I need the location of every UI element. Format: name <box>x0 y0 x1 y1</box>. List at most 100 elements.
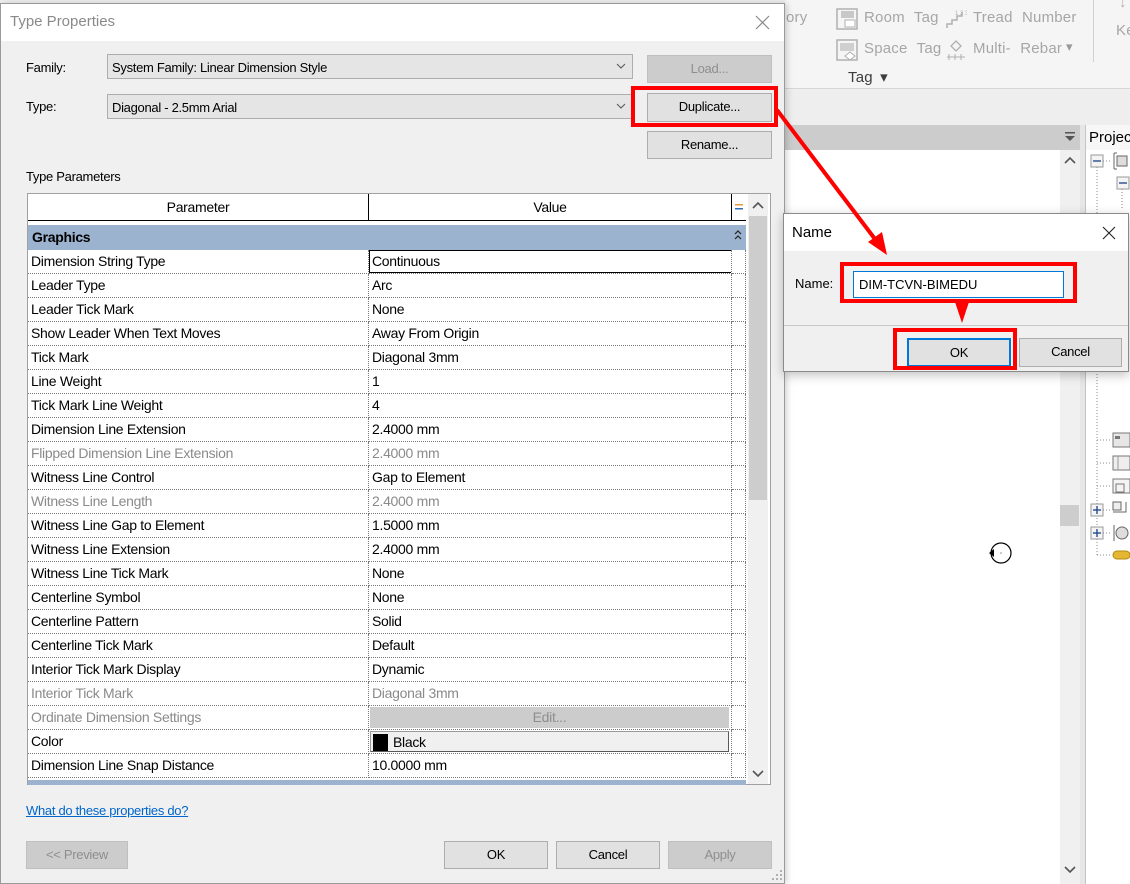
name-ok-button[interactable]: OK <box>907 338 1011 367</box>
scroll-down-icon[interactable] <box>1064 866 1076 874</box>
duplicate-button[interactable]: Duplicate... <box>647 93 772 122</box>
ok-button[interactable]: OK <box>444 841 548 869</box>
parameter-value[interactable]: Black <box>369 730 732 754</box>
table-row[interactable]: Centerline Symbol None <box>28 586 746 610</box>
close-icon[interactable] <box>755 15 770 30</box>
parameter-value[interactable]: None <box>369 562 732 586</box>
parameter-name: Centerline Symbol <box>28 586 369 610</box>
parameter-name: Tick Mark Line Weight <box>28 394 369 418</box>
scroll-thumb[interactable] <box>1060 505 1079 526</box>
parameter-value[interactable]: Dynamic <box>369 658 732 682</box>
cursor-icon <box>989 542 1012 564</box>
table-row[interactable]: Witness Line Control Gap to Element <box>28 466 746 490</box>
help-link[interactable]: What do these properties do? <box>26 803 188 818</box>
value-text: None <box>372 301 405 317</box>
preview-button[interactable]: << Preview <box>26 841 128 869</box>
group-row-graphics[interactable]: Graphics <box>28 225 746 250</box>
parameter-value[interactable]: Arc <box>369 274 732 298</box>
value-text: None <box>372 589 405 605</box>
ribbon-room-tag-button[interactable]: Room Tag <box>861 6 941 30</box>
parameter-value[interactable]: 1 <box>369 370 732 394</box>
ribbon-multi-rebar-button[interactable]: Multi- Rebar ▾ <box>970 37 1080 61</box>
table-row[interactable]: Interior Tick Mark Display Dynamic <box>28 658 746 682</box>
table-row[interactable]: Witness Line Length 2.4000 mm <box>28 490 746 514</box>
column-header-formula[interactable] <box>732 194 746 220</box>
parameter-value[interactable]: None <box>369 298 732 322</box>
project-browser-title: Projec <box>1089 129 1130 146</box>
table-row[interactable]: Leader Tick Mark None <box>28 298 746 322</box>
parameter-value: Diagonal 3mm <box>369 682 732 706</box>
apply-button[interactable]: Apply <box>668 841 772 869</box>
ribbon-space-tag-button[interactable]: Space Tag <box>861 37 941 61</box>
parameter-value[interactable]: Continuous <box>369 250 732 274</box>
table-row[interactable]: Tick Mark Diagonal 3mm <box>28 346 746 370</box>
table-row[interactable]: Tick Mark Line Weight 4 <box>28 394 746 418</box>
parameter-value[interactable]: 2.4000 mm <box>369 538 732 562</box>
view-menu-icon[interactable] <box>1064 132 1076 142</box>
value-text: 2.4000 mm <box>372 445 440 461</box>
column-header-parameter[interactable]: Parameter <box>28 194 369 220</box>
scroll-down-icon[interactable] <box>752 770 764 778</box>
parameter-value[interactable]: Away From Origin <box>369 322 732 346</box>
formula-cell <box>732 514 746 538</box>
table-row[interactable]: Leader Type Arc <box>28 274 746 298</box>
legends-icon <box>1097 432 1130 448</box>
formula-cell <box>732 754 746 778</box>
parameter-value[interactable]: Default <box>369 634 732 658</box>
resize-grip-icon[interactable] <box>772 870 783 881</box>
parameter-value[interactable]: 2.4000 mm <box>369 418 732 442</box>
close-icon[interactable] <box>1102 226 1116 240</box>
scroll-up-icon[interactable] <box>752 201 764 209</box>
table-row[interactable]: Ordinate Dimension Settings Edit... <box>28 706 746 730</box>
ribbon-partial-label: ory <box>786 9 808 26</box>
type-dropdown[interactable]: Diagonal - 2.5mm Arial <box>107 94 633 119</box>
parameter-value[interactable]: Diagonal 3mm <box>369 346 732 370</box>
table-row[interactable]: Line Weight 1 <box>28 370 746 394</box>
formula-cell <box>732 610 746 634</box>
scroll-up-icon[interactable] <box>1064 156 1076 164</box>
name-input[interactable] <box>853 271 1064 298</box>
cancel-button[interactable]: Cancel <box>556 841 660 869</box>
room-tag-label: Room Tag <box>864 9 939 26</box>
ribbon-partial-label-right[interactable]: Ke <box>1116 22 1130 39</box>
type-parameters-table: Parameter Value Graphics Dimension Strin… <box>27 193 771 785</box>
parameter-value[interactable]: Gap to Element <box>369 466 732 490</box>
table-scrollbar[interactable] <box>748 194 768 784</box>
tag-panel-dropdown[interactable]: Tag ▾ <box>845 66 895 86</box>
parameter-value[interactable]: 4 <box>369 394 732 418</box>
table-row[interactable]: Witness Line Tick Mark None <box>28 562 746 586</box>
formula-cell <box>732 394 746 418</box>
collapse-group-icon[interactable] <box>734 230 742 240</box>
color-swatch <box>373 734 388 751</box>
parameter-value[interactable]: 1.5000 mm <box>369 514 732 538</box>
parameter-value[interactable]: None <box>369 586 732 610</box>
table-row[interactable]: Dimension String Type Continuous <box>28 250 746 274</box>
parameter-value[interactable]: 10.0000 mm <box>369 754 732 778</box>
table-row[interactable]: Flipped Dimension Line Extension 2.4000 m… <box>28 442 746 466</box>
table-row[interactable]: Witness Line Extension 2.4000 mm <box>28 538 746 562</box>
ribbon-tread-number-button[interactable]: Tread Number <box>970 6 1080 30</box>
table-row[interactable]: Dimension Line Extension 2.4000 mm <box>28 418 746 442</box>
focused-cell-border <box>369 250 731 273</box>
formula-cell <box>732 322 746 346</box>
table-row[interactable]: Witness Line Gap to Element 1.5000 mm <box>28 514 746 538</box>
multi-rebar-dropdown-icon[interactable]: ▾ <box>1066 39 1073 55</box>
column-header-value[interactable]: Value <box>369 194 732 220</box>
family-dropdown[interactable]: System Family: Linear Dimension Style <box>107 54 633 79</box>
table-row[interactable]: Centerline Pattern Solid <box>28 610 746 634</box>
edit-settings-button[interactable]: Edit... <box>370 707 729 728</box>
scroll-thumb[interactable] <box>749 216 767 500</box>
parameter-name: Line Weight <box>28 370 369 394</box>
name-cancel-button[interactable]: Cancel <box>1019 338 1122 367</box>
value-text: 2.4000 mm <box>372 493 440 509</box>
table-row[interactable]: Centerline Tick Mark Default <box>28 634 746 658</box>
table-row[interactable]: Show Leader When Text Moves Away From Ori… <box>28 322 746 346</box>
parameter-value[interactable]: Solid <box>369 610 732 634</box>
parameter-name: Show Leader When Text Moves <box>28 322 369 346</box>
rename-button[interactable]: Rename... <box>647 131 772 159</box>
table-row[interactable]: Color Black <box>28 730 746 754</box>
table-row[interactable]: Interior Tick Mark Diagonal 3mm <box>28 682 746 706</box>
load-button[interactable]: Load... <box>647 55 772 83</box>
color-picker-button[interactable]: Black <box>370 731 729 752</box>
table-row[interactable]: Dimension Line Snap Distance 10.0000 mm <box>28 754 746 778</box>
